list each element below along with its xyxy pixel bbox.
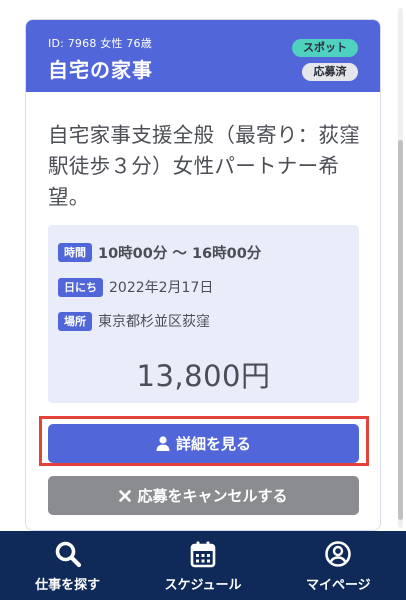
cancel-application-button[interactable]: 応募をキャンセルする	[48, 476, 359, 515]
place-tag: 場所	[58, 311, 92, 331]
job-meta: ID: 7968 女性 76歳	[48, 37, 152, 50]
nav-label-search-jobs: 仕事を探す	[35, 578, 101, 593]
scrollbar-thumb[interactable]	[398, 140, 403, 520]
nav-label-schedule: スケジュール	[164, 578, 242, 593]
job-info-box: 時間 10時00分 〜 16時00分 日にち 2022年2月17日 場所 東京都…	[48, 225, 359, 403]
time-row: 時間 10時00分 〜 16時00分	[58, 242, 261, 262]
price: 13,800円	[136, 359, 271, 393]
nav-item-search-jobs[interactable]: 仕事を探す	[0, 531, 135, 600]
bottom-nav: 仕事を探す スケジュール マイページ	[0, 531, 406, 600]
user-icon	[156, 436, 170, 451]
cancel-application-label: 応募をキャンセルする	[137, 487, 288, 505]
place-row: 場所 東京都杉並区荻窪	[58, 311, 210, 331]
view-details-label: 詳細を見る	[175, 435, 251, 453]
job-card: ID: 7968 女性 76歳 自宅の家事 スポット 応募済 自宅家事支援全般（…	[25, 19, 381, 531]
job-card-header: ID: 7968 女性 76歳 自宅の家事 スポット 応募済	[26, 20, 380, 92]
spot-badge: スポット	[292, 39, 358, 57]
close-icon	[119, 489, 132, 502]
nav-item-schedule[interactable]: スケジュール	[135, 531, 270, 600]
time-value: 10時00分 〜 16時00分	[98, 245, 262, 262]
date-value: 2022年2月17日	[109, 280, 214, 296]
applied-badge: 応募済	[302, 63, 358, 81]
user-circle-icon	[325, 541, 352, 567]
view-details-button[interactable]: 詳細を見る	[48, 424, 359, 463]
time-tag: 時間	[58, 242, 92, 262]
date-tag: 日にち	[58, 277, 103, 297]
place-value: 東京都杉並区荻窪	[98, 314, 210, 330]
calendar-icon	[190, 541, 216, 568]
nav-item-my-page[interactable]: マイページ	[271, 531, 406, 600]
search-icon	[55, 541, 81, 568]
date-row: 日にち 2022年2月17日	[58, 277, 213, 297]
nav-label-my-page: マイページ	[305, 578, 371, 593]
job-title: 自宅の家事	[48, 58, 153, 82]
job-description: 自宅家事支援全般（最寄り：荻窪駅徒歩３分）女性パートナー希望。	[48, 123, 360, 209]
